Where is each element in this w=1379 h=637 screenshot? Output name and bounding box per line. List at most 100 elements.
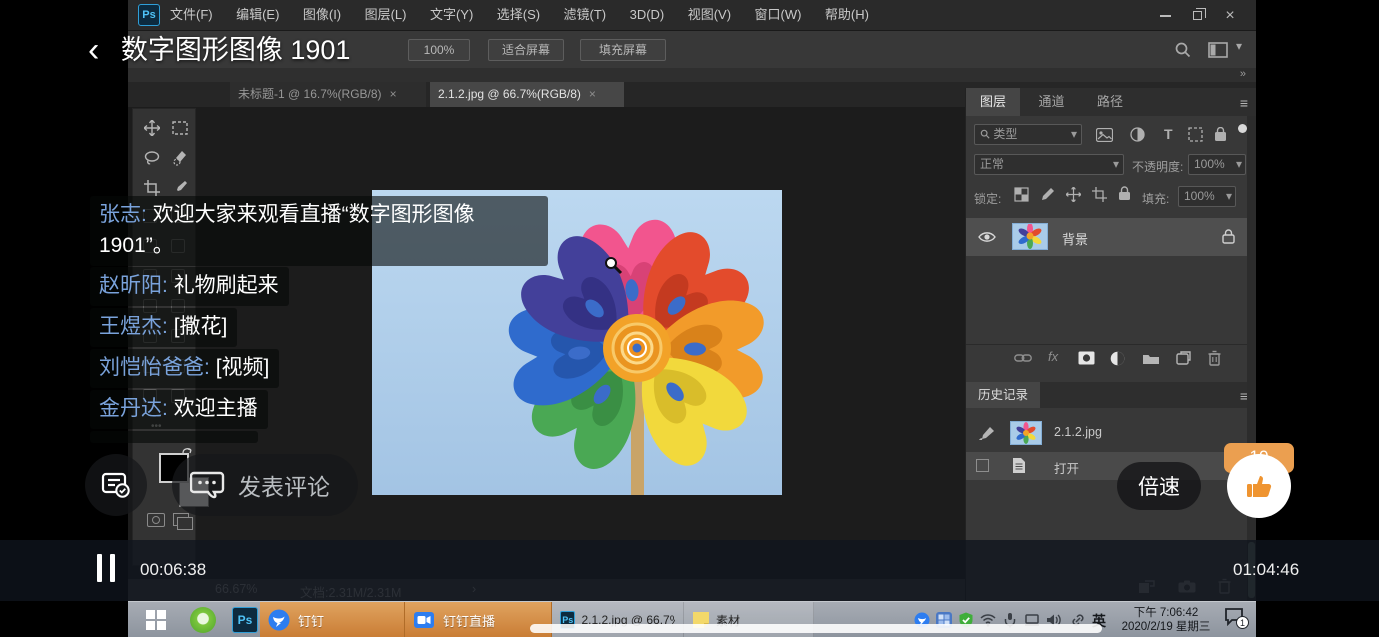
quick-selection-tool-icon[interactable] (169, 147, 191, 169)
playback-speed-button[interactable]: 倍速 (1117, 462, 1201, 510)
opacity-field[interactable]: 100% ▾ (1188, 154, 1246, 175)
tab-close-icon[interactable]: × (390, 87, 397, 101)
menu-3d[interactable]: 3D(D) (630, 0, 665, 30)
lock-position-icon[interactable] (1066, 187, 1081, 202)
taskbar-dingtalk[interactable]: 钉钉 (260, 602, 405, 637)
workspace-icon[interactable] (1208, 42, 1228, 58)
menu-image[interactable]: 图像(I) (303, 0, 341, 30)
lock-artboard-icon[interactable] (1092, 187, 1107, 202)
tab-history[interactable]: 历史记录 (966, 382, 1040, 408)
lock-all-icon[interactable] (1118, 186, 1131, 201)
move-tool-icon[interactable] (141, 117, 163, 139)
taskbar-dingtalk-live[interactable]: 钉钉直播 (405, 602, 552, 637)
lasso-tool-icon[interactable] (141, 147, 163, 169)
screen-mode-icon[interactable] (173, 513, 189, 526)
search-icon[interactable] (1174, 41, 1192, 59)
chat-message: 张志: 欢迎大家来观看直播“数字图形图像 1901”。 (90, 196, 548, 266)
chat-username[interactable]: 金丹达: (99, 397, 168, 420)
layer-style-fx-icon[interactable]: fx (1048, 349, 1058, 364)
lock-pixels-icon[interactable] (1040, 187, 1055, 202)
menu-type[interactable]: 文字(Y) (430, 0, 473, 30)
history-thumbnail (1010, 421, 1042, 445)
marquee-tool-icon[interactable] (169, 117, 191, 139)
layer-row-background[interactable]: 背景 (966, 218, 1249, 256)
history-brush-source-icon[interactable] (978, 426, 995, 441)
tab-212jpg[interactable]: 2.1.2.jpg @ 66.7%(RGB/8)× (430, 82, 624, 107)
menu-layer[interactable]: 图层(L) (365, 0, 407, 30)
fill-field[interactable]: 100% ▾ (1178, 186, 1236, 207)
photoshop-taskbar-icon[interactable]: Ps (232, 607, 258, 633)
chevron-down-icon: ▾ (1226, 187, 1232, 206)
filter-type-icon[interactable]: T (1164, 126, 1173, 142)
browser-icon[interactable] (190, 607, 216, 633)
restore-icon[interactable] (1184, 8, 1212, 23)
history-checkbox[interactable] (976, 459, 989, 472)
live-camera-icon (413, 609, 435, 631)
quick-comment-button[interactable] (85, 454, 147, 516)
delete-layer-icon[interactable] (1208, 350, 1221, 366)
home-indicator[interactable] (530, 624, 1102, 633)
chevron-down-icon: ▾ (1071, 125, 1077, 144)
menu-window[interactable]: 窗口(W) (755, 0, 802, 30)
chat-text: 欢迎主播 (174, 397, 258, 420)
history-entry-label: 2.1.2.jpg (1054, 425, 1102, 439)
layer-mask-icon[interactable] (1078, 351, 1095, 365)
zoom-value-field[interactable]: 100% (408, 39, 470, 61)
double-chevron-icon[interactable]: » (1240, 68, 1246, 80)
filter-pixel-layers-icon[interactable] (1096, 128, 1113, 142)
panel-menu-icon[interactable]: ≡ (1240, 95, 1248, 111)
menu-view[interactable]: 视图(V) (688, 0, 731, 30)
chevron-down-icon: ▾ (1113, 155, 1119, 174)
history-source-row[interactable]: 2.1.2.jpg (966, 418, 1249, 448)
layers-panel-tabs: 图层 通道 路径 ≡ (966, 88, 1256, 116)
chat-text: 欢迎大家来观看直播“数字图形图像 1901”。 (99, 203, 475, 257)
back-icon[interactable]: ‹ (88, 31, 99, 69)
menu-filter[interactable]: 滤镜(T) (564, 0, 607, 30)
chat-username[interactable]: 赵昕阳: (99, 274, 168, 297)
visibility-eye-icon[interactable] (978, 231, 996, 243)
comment-input[interactable]: 发表评论 (172, 454, 358, 516)
menu-file[interactable]: 文件(F) (170, 0, 213, 30)
panel-scrollbar[interactable] (1247, 116, 1256, 601)
tab-channels[interactable]: 通道 (1024, 88, 1078, 116)
notification-count-badge: 1 (1236, 616, 1249, 629)
chat-username[interactable]: 刘恺怡爸爸: (99, 356, 210, 379)
minimize-icon[interactable] (1151, 8, 1179, 23)
filter-shape-icon[interactable] (1188, 127, 1203, 142)
history-entry-label: 打开 (1054, 458, 1079, 477)
tab-paths[interactable]: 路径 (1083, 88, 1137, 116)
filter-smart-object-icon[interactable] (1214, 127, 1227, 142)
comment-placeholder: 发表评论 (238, 468, 330, 502)
menu-edit[interactable]: 编辑(E) (236, 0, 279, 30)
tab-layers[interactable]: 图层 (966, 88, 1020, 116)
menu-select[interactable]: 选择(S) (497, 0, 540, 30)
blend-mode-select[interactable]: 正常 ▾ (974, 154, 1124, 175)
filter-toggle-icon[interactable] (1238, 124, 1247, 133)
new-layer-icon[interactable] (1176, 351, 1191, 365)
comment-list-icon (101, 471, 131, 499)
chat-username[interactable]: 张志: (99, 203, 147, 226)
notification-center-button[interactable]: 1 (1224, 608, 1250, 632)
tab-close-icon[interactable]: × (589, 87, 596, 101)
layer-thumbnail[interactable] (1012, 223, 1048, 250)
like-button[interactable] (1227, 454, 1291, 518)
lock-transparency-icon[interactable] (1014, 187, 1029, 202)
layer-group-icon[interactable] (1142, 352, 1160, 365)
document-icon (1012, 457, 1026, 474)
chevron-down-icon[interactable]: ▾ (1236, 39, 1242, 53)
history-open-row[interactable]: 打开 (966, 452, 1249, 480)
layer-filter-select[interactable]: 类型 ▾ (974, 124, 1082, 145)
filter-adjustment-icon[interactable] (1130, 127, 1145, 142)
tab-untitled[interactable]: 未标题-1 @ 16.7%(RGB/8)× (230, 82, 426, 107)
link-layers-icon[interactable] (1014, 353, 1032, 363)
menu-help[interactable]: 帮助(H) (825, 0, 869, 30)
start-button[interactable] (136, 608, 176, 632)
quick-mask-icon[interactable] (147, 513, 165, 527)
pause-button[interactable] (93, 554, 119, 587)
adjustment-layer-icon[interactable] (1110, 351, 1125, 366)
taskbar-clock[interactable]: 下午 7:06:42 2020/2/19 星期三 (1114, 606, 1218, 634)
chat-username[interactable]: 王煜杰: (99, 315, 168, 338)
close-icon[interactable]: × (1216, 7, 1244, 25)
fit-screen-button[interactable]: 适合屏幕 (488, 39, 564, 61)
fill-screen-button[interactable]: 填充屏幕 (580, 39, 666, 61)
